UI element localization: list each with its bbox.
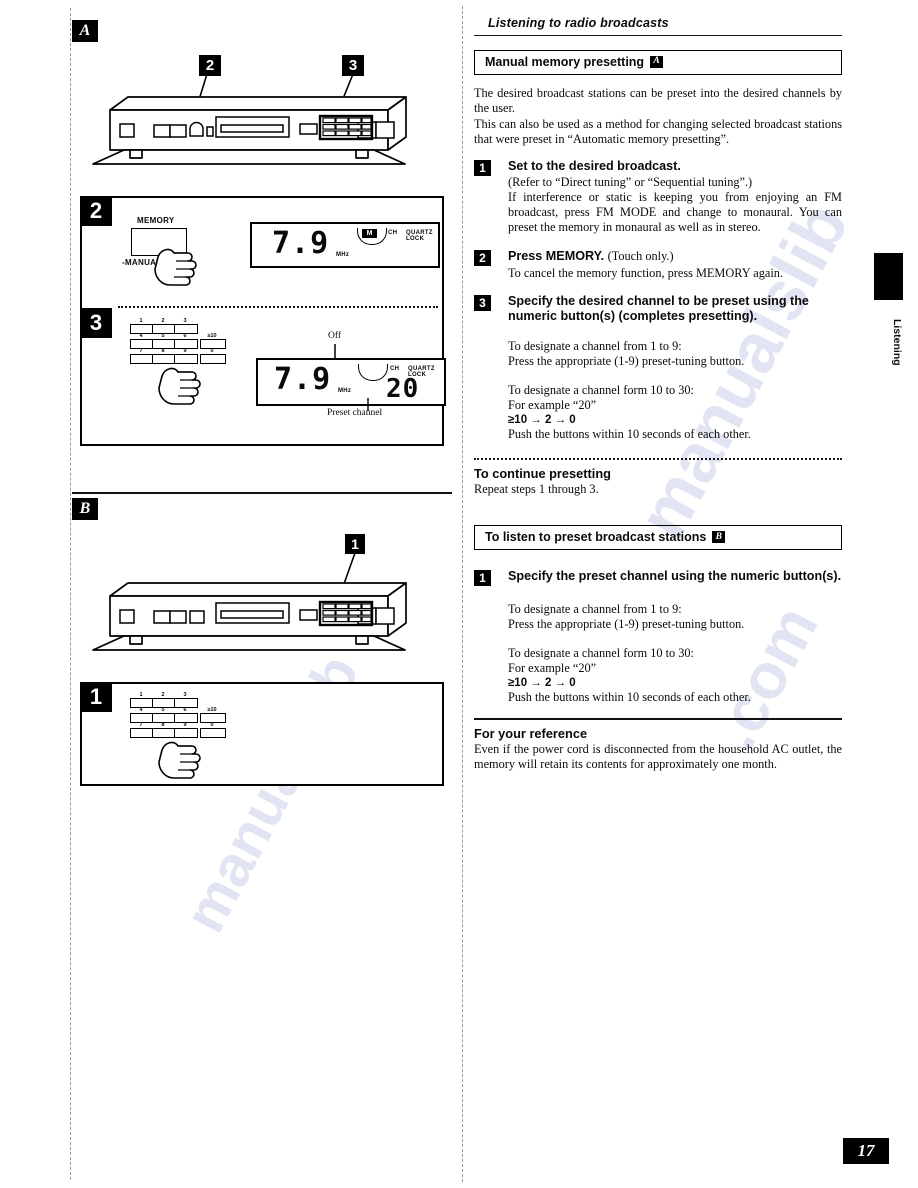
section-b-step-1-line-5: ≥10 → 2 → 0 (508, 677, 576, 690)
step-2-heading-bold: Press MEMORY. (508, 248, 605, 263)
display-frequency-step3: 7.9 (274, 362, 332, 397)
section-heading-manual-memory-presetting: Manual memory presetting A (474, 50, 842, 75)
step-3-line-6: Push the buttons within 10 seconds of ea… (508, 427, 751, 442)
section-b-step-1-number: 1 (474, 570, 491, 587)
keypad-button-7 (130, 354, 154, 364)
memory-button-top-label: MEMORY (137, 216, 175, 225)
callout-2: 2 (199, 55, 221, 76)
continue-presetting-dotted-rule (474, 458, 842, 461)
display-unit-step3: MHz (338, 388, 352, 394)
detail-step-2-number: 2 (80, 196, 112, 226)
detail-panel-dotted-separator (118, 306, 438, 308)
display-ch-label-step2: CH (388, 230, 398, 236)
detail-step-3-number: 3 (80, 308, 112, 338)
step-2-heading-regular: (Touch only.) (607, 248, 674, 263)
step-3-line-5: ≥10 → 2 → 0 (508, 414, 576, 427)
section-a-intro-1: The desired broadcast stations can be pr… (474, 86, 842, 115)
step-3-line-3: To designate a channel form 10 to 30: (508, 383, 694, 398)
section-tab-label: Listening (891, 318, 903, 366)
step-2-heading: Press MEMORY. (Touch only.) (508, 249, 842, 264)
step-1-line-2: If interference or static is keeping you… (508, 189, 842, 234)
display-unit-step2: MHz (336, 252, 350, 258)
display-readout-step3: 7.9 MHz CH QUARTZ LOCK 20 (256, 358, 446, 406)
right-text-column: Listening to radio broadcasts Manual mem… (474, 0, 842, 772)
section-b-step-1-line-2: Press the appropriate (1-9) preset-tunin… (508, 617, 745, 632)
memory-indicator-arc-step3 (358, 364, 388, 381)
tuner-front-panel-illustration-b (92, 582, 407, 651)
pointing-hand-icon-step3 (158, 367, 201, 405)
step-1-line-1: (Refer to “Direct tuning” or “Sequential… (508, 174, 753, 189)
step-3-number: 3 (474, 294, 491, 311)
manual-page: manualslib manualslib .com A 2 3 2 MEMOR… (0, 0, 918, 1188)
continue-presetting-heading: To continue presetting (474, 466, 611, 482)
keypad-illustration-b-step1: 1 2 3 4 5 6 7 8 9 ≥10 0 (124, 692, 234, 742)
keypad-illustration-step3: 1 2 3 4 5 6 7 8 9 ≥10 0 (124, 318, 234, 368)
display-frequency-step2: 7.9 (272, 226, 330, 261)
display-readout-step2: 7.9 MHz M CH QUARTZ LOCK (250, 222, 440, 268)
figure-block-separator (72, 492, 452, 494)
section-b-step-1-line-1: To designate a channel from 1 to 9: (508, 602, 682, 617)
section-b-step-1-heading: Specify the preset channel using the num… (508, 569, 842, 584)
step-3-line-2: Press the appropriate (1-9) preset-tunin… (508, 354, 745, 369)
step-2-line-1: To cancel the memory function, press MEM… (508, 265, 783, 280)
pointing-hand-icon-step2 (154, 248, 197, 286)
annotation-preset-channel-label: Preset channel (327, 408, 383, 418)
reference-section-rule (474, 718, 842, 721)
running-title: Listening to radio broadcasts (488, 16, 669, 30)
callout-3: 3 (342, 55, 364, 76)
section-heading-listen-preset-stations: To listen to preset broadcast stations B (474, 525, 842, 551)
reference-heading: For your reference (474, 726, 588, 742)
left-margin-rule (70, 8, 72, 1180)
continue-presetting-body: Repeat steps 1 through 3. (474, 482, 599, 497)
figure-label-a: A (72, 20, 98, 42)
annotation-off-label: Off (328, 331, 342, 341)
section-b-step-1-line-3: To designate a channel form 10 to 30: (508, 646, 694, 661)
section-a-intro-2: This can also be used as a method for ch… (474, 117, 842, 146)
memory-indicator-step2: M (362, 229, 377, 238)
callout-b-1: 1 (345, 534, 365, 554)
step-2-number: 2 (474, 249, 491, 266)
column-divider-rule (462, 6, 464, 1182)
section-a-heading-text: Manual memory presetting (485, 55, 645, 69)
display-quartz-lock-step2: QUARTZ LOCK (406, 230, 433, 242)
step-1-heading: Set to the desired broadcast. (508, 159, 681, 173)
reference-body: Even if the power cord is disconnected f… (474, 742, 842, 772)
section-b-badge: B (712, 531, 726, 544)
step-1-number: 1 (474, 160, 491, 176)
step-3-line-4: For example “20” (508, 398, 597, 413)
tuner-front-panel-illustration-a (92, 96, 407, 165)
section-tab-marker (874, 253, 903, 300)
pointing-hand-icon-b-step1 (158, 741, 201, 779)
section-b-heading-text: To listen to preset broadcast stations (485, 530, 707, 545)
step-3-heading: Specify the desired channel to be preset… (508, 293, 809, 323)
figure-label-b: B (72, 498, 98, 520)
page-number: 17 (843, 1138, 889, 1164)
section-a-badge: A (650, 56, 664, 68)
display-preset-channel-step3: 20 (386, 374, 420, 404)
title-underline-rule (474, 35, 842, 36)
detail-b-step-1-number: 1 (80, 682, 112, 712)
keypad-b-button-7 (130, 728, 154, 738)
display-ch-label-step3: CH (390, 366, 400, 372)
step-3-line-1: To designate a channel from 1 to 9: (508, 339, 682, 354)
section-b-step-1-line-6: Push the buttons within 10 seconds of ea… (508, 690, 751, 705)
section-b-step-1-line-4: For example “20” (508, 661, 597, 676)
